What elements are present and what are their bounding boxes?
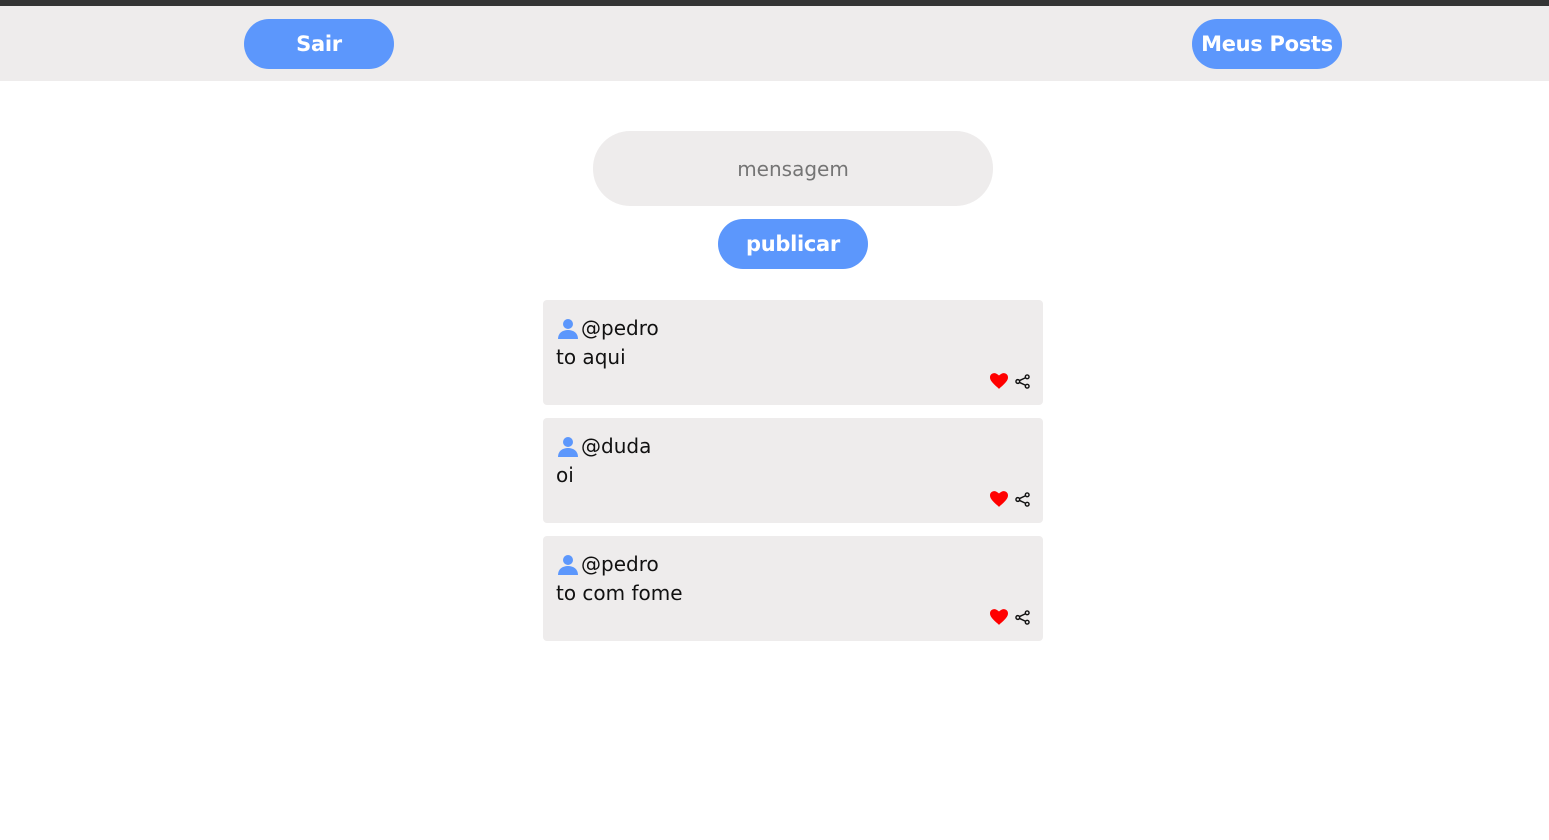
post-author: @pedro	[556, 315, 659, 341]
post-actions	[990, 491, 1030, 507]
post-author: @pedro	[556, 551, 659, 577]
user-icon	[556, 316, 580, 340]
post-username: @duda	[581, 434, 652, 458]
post-actions	[990, 373, 1030, 389]
message-input[interactable]	[593, 131, 993, 206]
user-icon	[556, 434, 580, 458]
post-message: to aqui	[556, 345, 626, 369]
post-actions	[990, 609, 1030, 625]
post-feed: @pedro to aqui @duda oi @pedro to com fo…	[543, 300, 1043, 654]
share-icon[interactable]	[1015, 609, 1030, 625]
post-author: @duda	[556, 433, 651, 459]
user-icon	[556, 552, 580, 576]
my-posts-button[interactable]: Meus Posts	[1192, 19, 1342, 69]
share-icon[interactable]	[1015, 491, 1030, 507]
logout-button[interactable]: Sair	[244, 19, 394, 69]
heart-icon[interactable]	[990, 373, 1008, 389]
post-message: to com fome	[556, 581, 683, 605]
share-icon[interactable]	[1015, 373, 1030, 389]
post-card: @duda oi	[543, 418, 1043, 523]
publish-button[interactable]: publicar	[718, 219, 868, 269]
post-username: @pedro	[581, 316, 659, 340]
post-username: @pedro	[581, 552, 659, 576]
post-card: @pedro to aqui	[543, 300, 1043, 405]
navbar: Sair Meus Posts	[0, 6, 1549, 81]
post-card: @pedro to com fome	[543, 536, 1043, 641]
heart-icon[interactable]	[990, 491, 1008, 507]
heart-icon[interactable]	[990, 609, 1008, 625]
post-message: oi	[556, 463, 574, 487]
